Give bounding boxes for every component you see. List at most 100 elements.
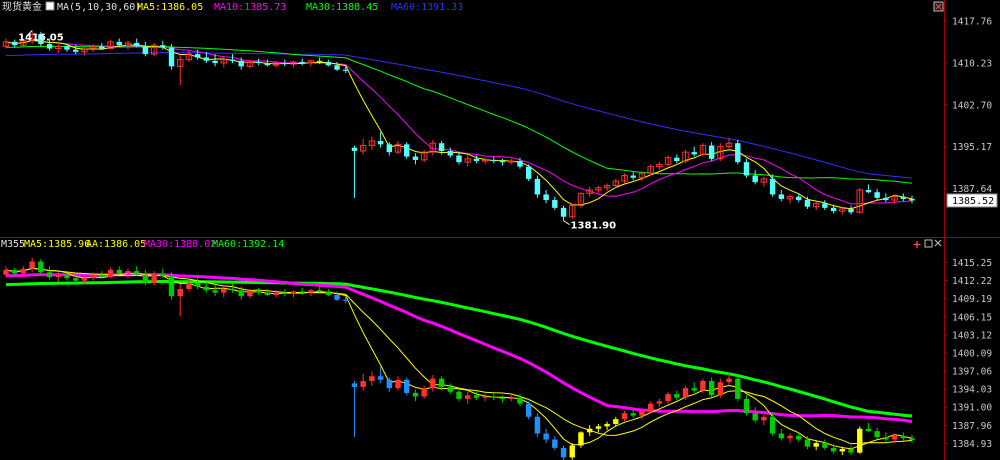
- bottom-window-controls: [913, 239, 942, 248]
- bot-candle: [874, 427, 880, 440]
- bot-axis-label: 1409.19: [952, 294, 992, 305]
- top-candle: [368, 136, 376, 150]
- m-ma30-value: MA30:1388.02: [144, 239, 216, 250]
- bot-candle: [717, 378, 724, 398]
- top-moving-averages: [5, 39, 913, 210]
- top-candle: [569, 203, 576, 219]
- top-candle: [752, 169, 758, 185]
- top-candle: [420, 149, 428, 163]
- top-candle: [603, 183, 611, 192]
- top-candle: [630, 172, 636, 180]
- top-axis-tick-1: 1410.23: [944, 58, 992, 69]
- bot-axis-tick-10: 1384.93: [944, 439, 992, 450]
- top-candle: [674, 154, 680, 164]
- bot-candle: [900, 432, 906, 441]
- top-candle: [534, 175, 541, 198]
- bot-candle: [525, 401, 532, 420]
- top-candle: [55, 44, 62, 53]
- top-candle: [656, 162, 663, 170]
- restore-icon[interactable]: [924, 239, 933, 248]
- top-candle: [865, 184, 872, 194]
- bot-candle: [665, 391, 671, 404]
- bot-candle: [465, 391, 471, 404]
- bot-axis-label: 1394.03: [952, 385, 992, 396]
- bot-axis-label: 1384.93: [952, 439, 992, 450]
- top-candle: [464, 155, 471, 167]
- top-candle: [359, 138, 367, 155]
- bot-candle: [46, 266, 53, 280]
- bot-candle: [822, 439, 828, 451]
- top-candle: [909, 195, 915, 204]
- bot-candle: [221, 285, 227, 298]
- bot-axis-tick-1: 1412.22: [944, 276, 992, 287]
- top-candle: [664, 155, 672, 167]
- top-candle: [404, 142, 410, 159]
- top-candle: [307, 59, 315, 67]
- plus-icon[interactable]: [913, 241, 921, 248]
- top-candle: [12, 39, 18, 48]
- bot-candle: [534, 413, 541, 438]
- chart-stage: 现货黄金 MA(5,10,30,60) MA5:1386.05 MA10:138…: [0, 0, 1000, 460]
- bot-candle: [909, 434, 915, 444]
- ma60-value: MA60:1391.33: [391, 2, 463, 13]
- bot-candle: [343, 296, 349, 304]
- bot-candle: [404, 377, 410, 396]
- bot-candle: [29, 257, 35, 273]
- bot-candle: [255, 287, 262, 295]
- top-header: 现货黄金 MA(5,10,30,60) MA5:1386.05 MA10:138…: [2, 0, 463, 13]
- top-candle: [116, 38, 122, 47]
- bot-axis-label: 1391.00: [952, 403, 992, 414]
- bot-candle: [813, 440, 819, 451]
- top-candle: [682, 149, 689, 164]
- top-candle: [412, 153, 419, 165]
- bot-candle: [752, 407, 758, 423]
- bot-candle: [848, 445, 854, 456]
- top-candle: [325, 59, 332, 67]
- bot-candle: [508, 395, 514, 402]
- bottom-price-axis: 1415.25 1412.22 1409.19 1406.15 1403.12 1400.…: [944, 258, 992, 450]
- ma5-value: MA5:1386.05: [137, 2, 203, 13]
- bot-axis-tick-5: 1400.09: [944, 348, 992, 359]
- bot-candle: [351, 380, 358, 438]
- instrument-title: 现货黄金: [2, 0, 42, 13]
- bot-candle: [447, 383, 453, 395]
- top-candle: [150, 42, 158, 57]
- bot-candle: [412, 389, 419, 402]
- top-candle: [456, 152, 462, 165]
- top-candle: [595, 185, 602, 194]
- close-icon[interactable]: [934, 239, 942, 247]
- top-candle: [848, 205, 854, 215]
- bot-candle: [430, 375, 436, 392]
- bot-candle: [865, 422, 872, 433]
- bot-candle: [578, 431, 584, 448]
- bot-candle: [499, 395, 506, 403]
- bot-candle: [787, 433, 793, 444]
- top-candle: [133, 38, 140, 48]
- top-candle: [621, 173, 628, 184]
- bot-ma5-line: [5, 267, 913, 450]
- top-candle: [743, 158, 750, 178]
- bot-candle: [177, 284, 183, 317]
- bot-candle: [282, 289, 288, 297]
- bot-candle: [552, 435, 558, 451]
- bot-candle: [456, 388, 462, 402]
- bot-candle: [604, 421, 610, 430]
- top-candle: [812, 201, 820, 211]
- ma10-value: MA10:1385.73: [214, 2, 286, 13]
- bot-candle: [290, 290, 297, 298]
- top-close-icon[interactable]: [933, 1, 944, 12]
- top-axis-tick-3: 1395.17: [944, 142, 992, 153]
- bot-candle: [735, 375, 741, 402]
- top-candle: [177, 55, 184, 86]
- ma-settings-icon[interactable]: [45, 1, 55, 11]
- top-candle: [499, 158, 506, 166]
- bot-candle: [595, 423, 602, 433]
- bot-candle: [708, 377, 715, 398]
- current-price-tag: 1385.52: [946, 193, 998, 208]
- aa-value: AA:1386.05: [86, 239, 146, 250]
- bot-candle: [857, 426, 863, 454]
- top-ma10-line: [5, 39, 913, 205]
- ma30-value: MA30:1388.45: [306, 2, 378, 13]
- bottom-moving-averages: [5, 267, 913, 450]
- bot-candle: [761, 414, 767, 426]
